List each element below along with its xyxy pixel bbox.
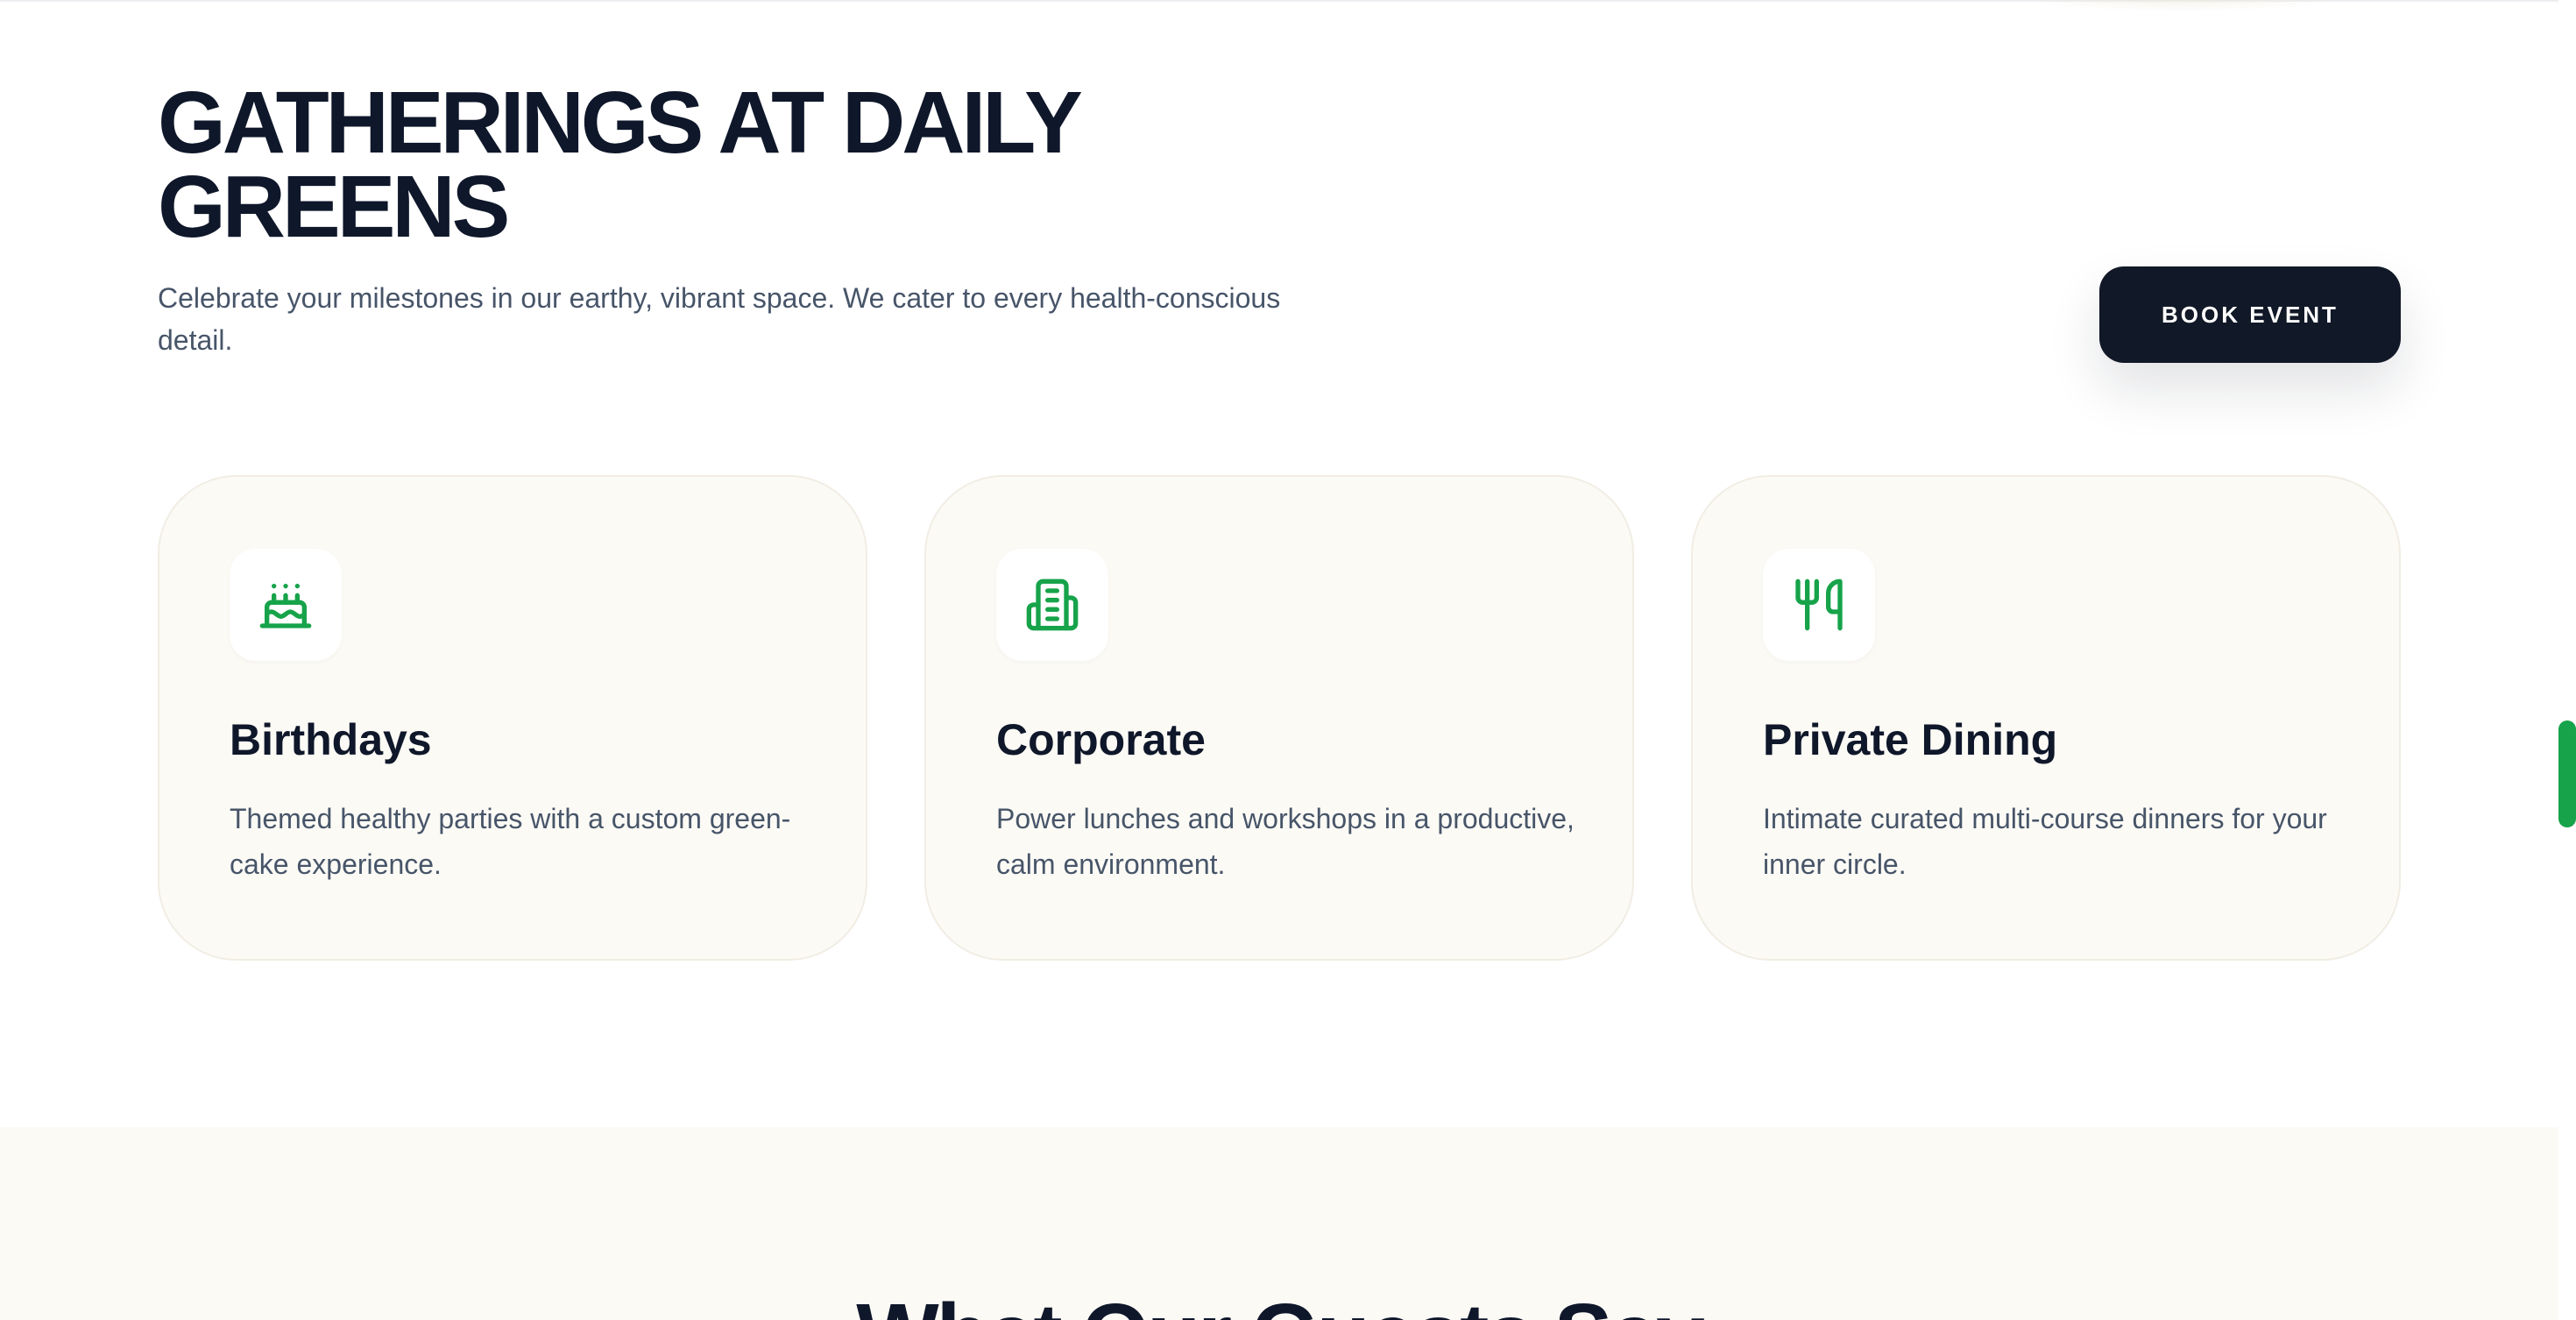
event-card-private-dining[interactable]: Private Dining Intimate curated multi-co…: [1691, 475, 2401, 961]
section-subtitle: Celebrate your milestones in our earthy,…: [158, 282, 1281, 356]
card-title: Private Dining: [1763, 715, 2058, 764]
card-title: Corporate: [996, 715, 1206, 764]
card-description: Themed healthy parties with a custom gre…: [230, 803, 791, 880]
cake-icon: [259, 584, 312, 628]
event-card-corporate[interactable]: Corporate Power lunches and workshops in…: [924, 475, 1634, 961]
icon-tile: [1763, 549, 1875, 661]
icon-tile: [230, 549, 342, 661]
testimonials-title: What Our Guests Say: [0, 1287, 2558, 1320]
section-title: GATHERINGS AT DAILY GREENS: [158, 74, 1081, 256]
card-description: Power lunches and workshops in a product…: [996, 803, 1575, 880]
scrollbar-thumb[interactable]: [2558, 720, 2576, 827]
decorative-glow: [2006, 0, 2357, 12]
card-description: Intimate curated multi-course dinners fo…: [1763, 803, 2327, 880]
event-cards: Birthdays Themed healthy parties with a …: [158, 475, 2401, 961]
events-page: GATHERINGS AT DAILY GREENS Celebrate you…: [0, 0, 2576, 1320]
scrollbar-track[interactable]: [2558, 0, 2576, 1320]
card-title: Birthdays: [230, 715, 432, 764]
event-card-birthdays[interactable]: Birthdays Themed healthy parties with a …: [158, 475, 867, 961]
building-icon: [1026, 578, 1079, 631]
book-event-button[interactable]: BOOK EVENT: [2099, 266, 2401, 363]
utensils-icon: [1795, 578, 1843, 631]
icon-tile: [996, 549, 1108, 661]
